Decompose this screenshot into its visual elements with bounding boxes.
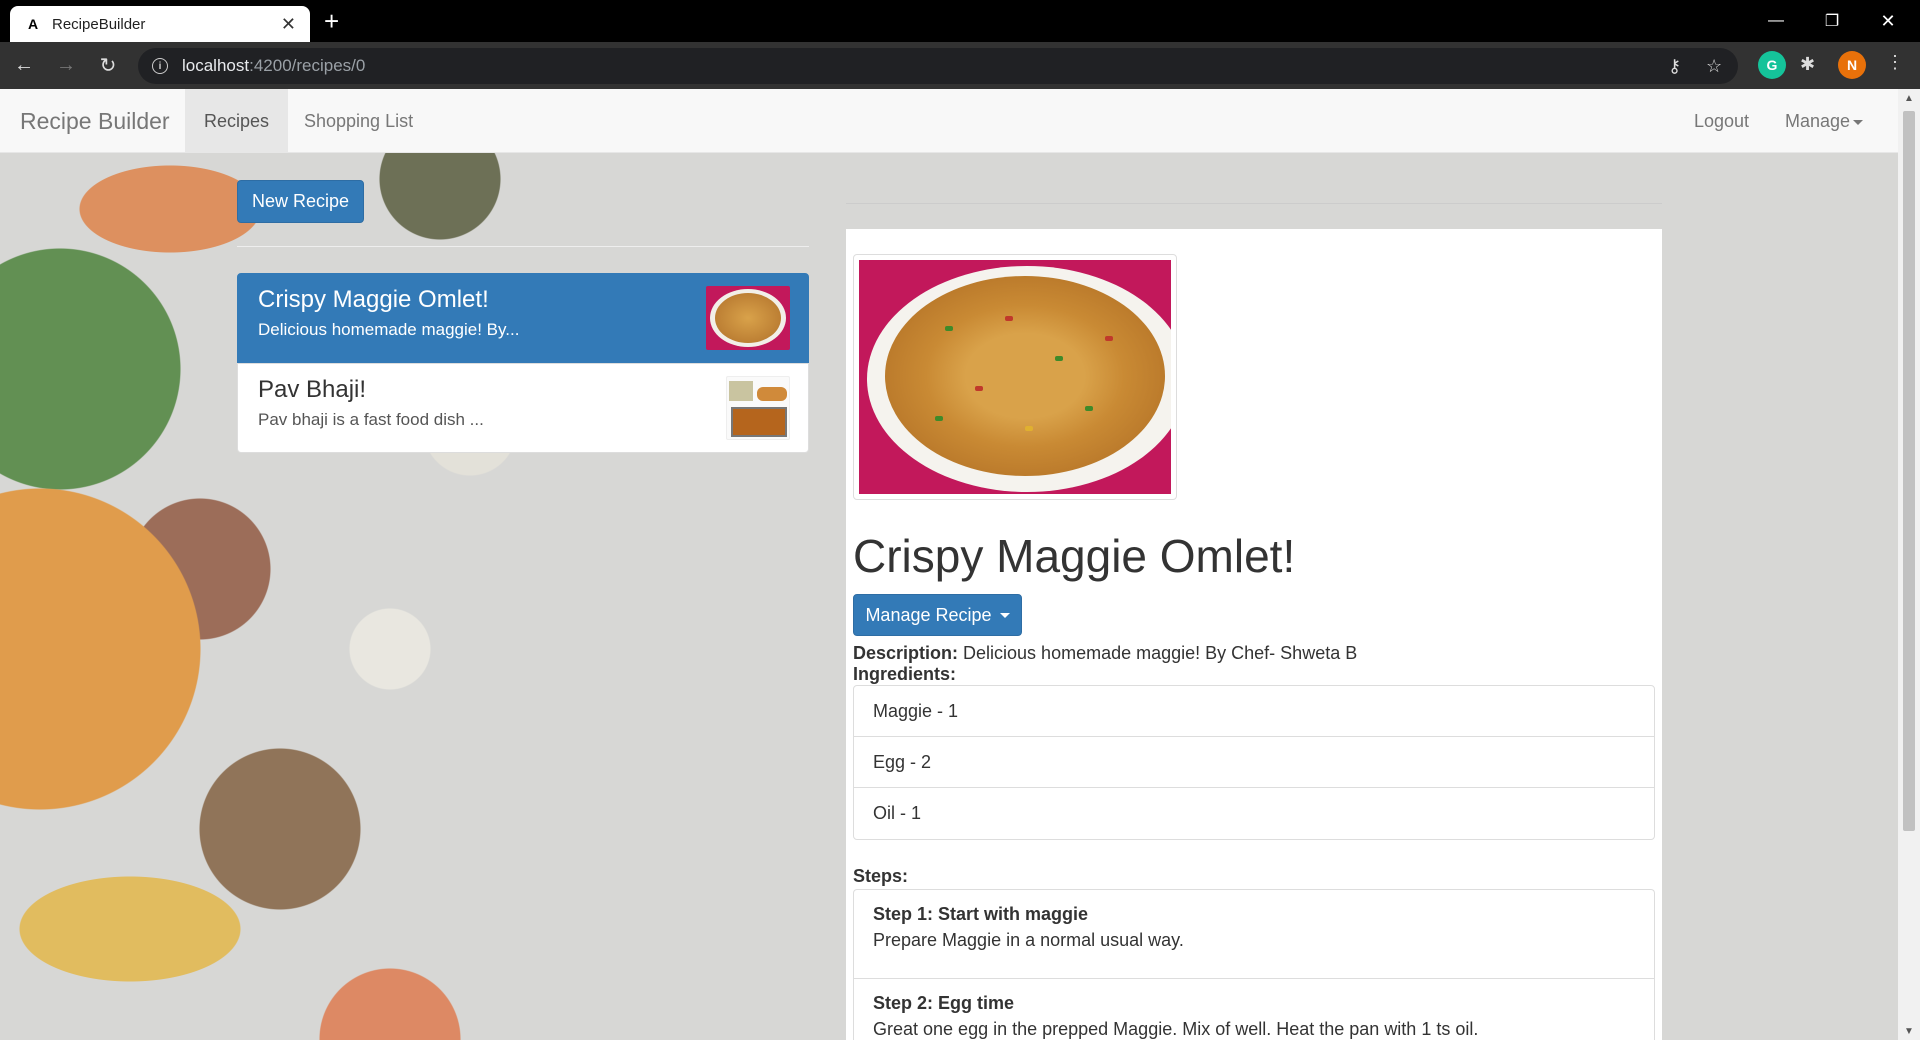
page-scrollbar[interactable]: ▲ ▼: [1898, 89, 1920, 1040]
profile-avatar[interactable]: N: [1838, 51, 1866, 79]
url-host: localhost: [182, 56, 250, 75]
steps-heading: Steps:: [853, 866, 908, 887]
ingredients-label: Ingredients:: [853, 664, 957, 684]
recipe-item-crispy-maggie[interactable]: Crispy Maggie Omlet! Delicious homemade …: [237, 273, 809, 363]
page-background: Recipe Builder Recipes Shopping List Log…: [0, 89, 1898, 1040]
scroll-down-icon[interactable]: ▼: [1898, 1022, 1920, 1040]
reload-icon[interactable]: ↻: [90, 48, 126, 84]
step-text: Prepare Maggie in a normal usual way.: [873, 930, 1184, 950]
steps-label: Steps:: [853, 866, 909, 886]
ingredient-item: Egg - 2: [854, 737, 1654, 788]
forward-icon[interactable]: →: [48, 48, 84, 84]
close-window-icon[interactable]: ✕: [1860, 0, 1916, 42]
scroll-up-icon[interactable]: ▲: [1898, 89, 1920, 107]
description-text: Delicious homemade maggie! By Chef- Shwe…: [963, 643, 1358, 663]
close-tab-icon[interactable]: ✕: [281, 14, 296, 35]
address-bar[interactable]: i localhost:4200/recipes/0 ⚷ ☆: [138, 48, 1738, 84]
recipe-photo: [859, 260, 1171, 494]
caret-down-icon: [1853, 119, 1864, 125]
angular-favicon-icon: A: [27, 16, 39, 32]
caret-down-icon: [999, 612, 1010, 618]
extensions-icon[interactable]: ✱: [1800, 54, 1815, 75]
ingredient-item: Oil - 1: [873, 803, 922, 823]
browser-tab-bar: A RecipeBuilder ✕ + — ❐ ✕: [0, 0, 1920, 42]
step-item: Step 2: Egg time Great one egg in the pr…: [854, 979, 1654, 1040]
new-tab-icon[interactable]: +: [324, 6, 339, 36]
browser-toolbar: ← → ↻ i localhost:4200/recipes/0 ⚷ ☆ G ✱…: [0, 42, 1920, 89]
recipe-item-title: Pav Bhaji!: [258, 376, 367, 403]
star-icon[interactable]: ☆: [1706, 56, 1722, 77]
ingredient-item: Maggie - 1: [854, 686, 1654, 737]
step-title: Step 1: Start with maggie: [873, 904, 1089, 924]
key-icon[interactable]: ⚷: [1668, 56, 1681, 77]
grammarly-icon[interactable]: G: [1758, 51, 1786, 79]
recipe-item-description: Pav bhaji is a fast food dish ...: [258, 410, 484, 429]
description-row: Description: Delicious homemade maggie! …: [853, 643, 1357, 664]
recipe-thumbnail: [726, 376, 790, 440]
minimize-icon[interactable]: —: [1748, 0, 1804, 42]
recipe-image: [853, 254, 1177, 500]
detail-divider: [846, 203, 1662, 204]
manage-recipe-button[interactable]: Manage Recipe: [853, 594, 1022, 636]
sidebar-divider: [237, 246, 809, 247]
brand-link[interactable]: Recipe Builder: [20, 89, 170, 153]
restore-icon[interactable]: ❐: [1804, 0, 1860, 42]
url-path: :4200/recipes/0: [249, 56, 366, 75]
browser-tab[interactable]: A RecipeBuilder ✕: [10, 6, 310, 42]
nav-logout[interactable]: Logout: [1675, 89, 1768, 153]
new-recipe-button[interactable]: New Recipe: [237, 180, 364, 223]
nav-recipes[interactable]: Recipes: [185, 89, 289, 153]
menu-icon[interactable]: ⋮: [1886, 52, 1904, 73]
recipe-item-pav-bhaji[interactable]: Pav Bhaji! Pav bhaji is a fast food dish…: [237, 363, 809, 453]
info-icon[interactable]: i: [152, 58, 168, 74]
recipe-title: Crispy Maggie Omlet!: [853, 530, 1296, 582]
tab-title: RecipeBuilder: [52, 15, 146, 33]
nav-manage-dropdown[interactable]: Manage: [1766, 89, 1882, 153]
steps-list: Step 1: Start with maggie Prepare Maggie…: [853, 889, 1655, 1040]
step-text: Great one egg in the prepped Maggie. Mix…: [873, 1019, 1479, 1039]
app-navbar: Recipe Builder Recipes Shopping List Log…: [0, 89, 1898, 153]
step-title: Step 2: Egg time: [873, 993, 1015, 1013]
nav-shopping-list[interactable]: Shopping List: [285, 89, 432, 153]
nav-manage-label: Manage: [1785, 111, 1851, 131]
description-label: Description:: [853, 643, 959, 663]
scrollbar-thumb[interactable]: [1903, 111, 1915, 831]
ingredients-heading: Ingredients:: [853, 664, 956, 685]
back-icon[interactable]: ←: [6, 48, 42, 84]
recipe-detail-panel: Crispy Maggie Omlet! Manage Recipe Descr…: [846, 229, 1662, 1040]
ingredients-list: Maggie - 1 Egg - 2 Oil - 1: [853, 685, 1655, 840]
recipe-thumbnail: [706, 286, 790, 350]
manage-recipe-label: Manage Recipe: [865, 604, 992, 625]
step-item: Step 1: Start with maggie Prepare Maggie…: [854, 890, 1654, 979]
